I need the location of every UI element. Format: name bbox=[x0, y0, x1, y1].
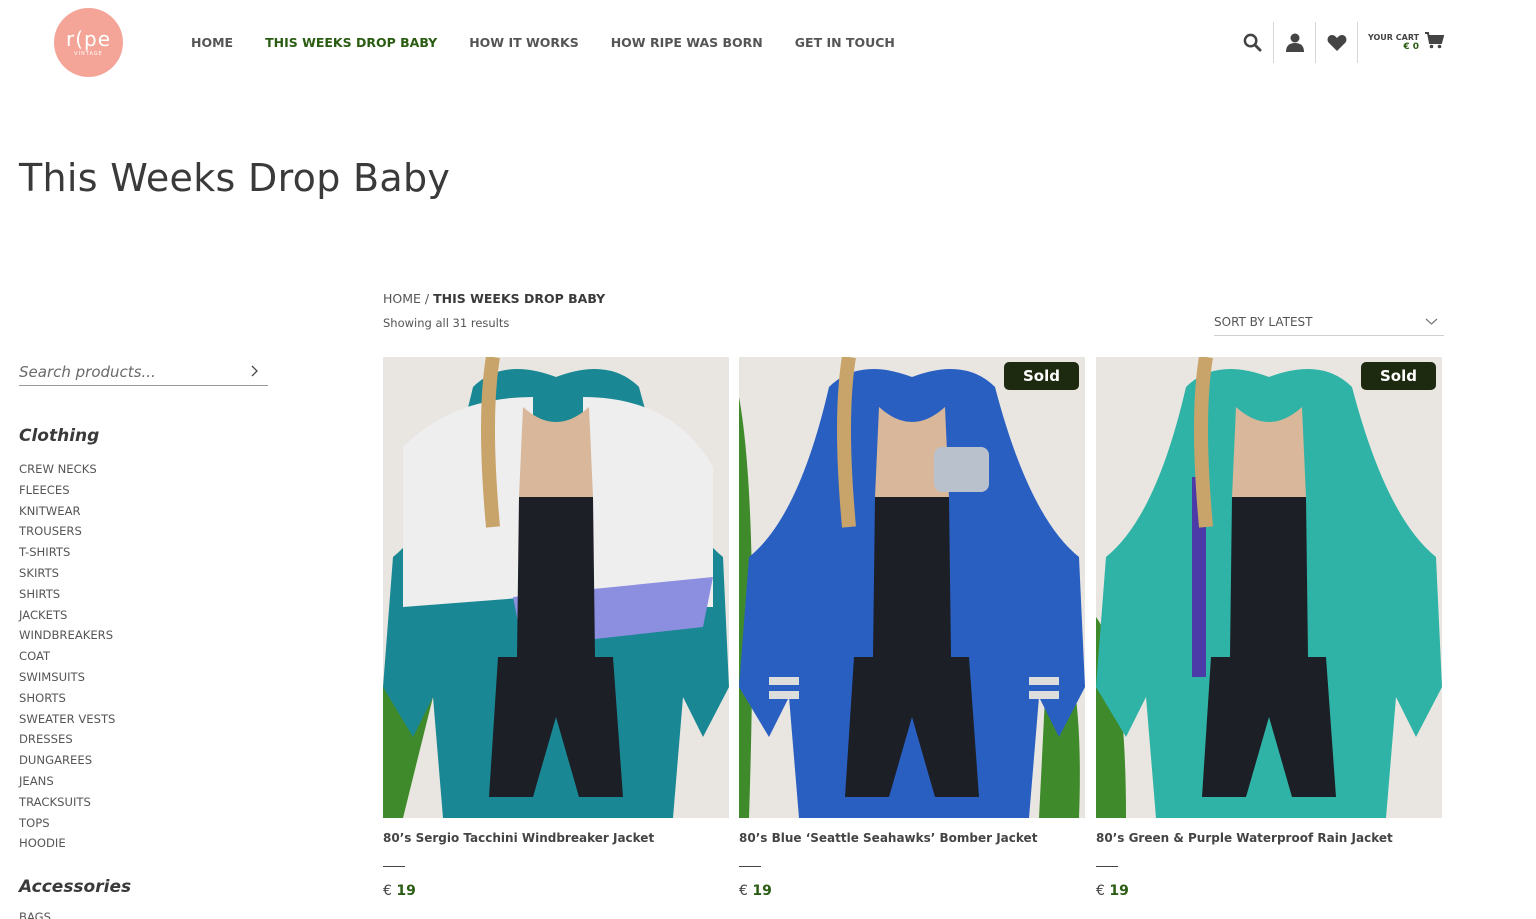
category-bags[interactable]: BAGS bbox=[19, 910, 51, 919]
product-price: € 19 bbox=[1096, 883, 1129, 899]
category-item[interactable]: SHIRTS bbox=[19, 587, 115, 608]
category-item[interactable]: SWEATER VESTS bbox=[19, 712, 115, 733]
category-item[interactable]: FLEECES bbox=[19, 483, 115, 504]
cart-summary: YOUR CART € 0 bbox=[1368, 33, 1419, 52]
heart-icon[interactable] bbox=[1316, 22, 1357, 63]
logo-text: r(pe bbox=[65, 26, 112, 51]
category-item[interactable]: HOODIE bbox=[19, 836, 115, 857]
price-value: 19 bbox=[1109, 883, 1129, 899]
product-price: € 19 bbox=[383, 883, 416, 899]
category-item[interactable]: SKIRTS bbox=[19, 566, 115, 587]
product-title[interactable]: 80’s Sergio Tacchini Windbreaker Jacket bbox=[383, 831, 654, 845]
category-item[interactable]: JEANS bbox=[19, 774, 115, 795]
category-item[interactable]: TOPS bbox=[19, 816, 115, 837]
sort-label: SORT BY LATEST bbox=[1214, 315, 1313, 329]
cart-label: YOUR CART bbox=[1368, 33, 1420, 42]
header-actions: YOUR CART € 0 bbox=[1232, 22, 1445, 63]
price-currency: € bbox=[1096, 883, 1105, 899]
chevron-down-icon bbox=[1425, 315, 1438, 329]
category-item[interactable]: WINDBREAKERS bbox=[19, 628, 115, 649]
product-divider bbox=[1096, 866, 1118, 867]
sold-badge: Sold bbox=[1004, 362, 1079, 390]
sold-badge: Sold bbox=[1361, 362, 1436, 390]
breadcrumb: HOME / THIS WEEKS DROP BABY bbox=[383, 291, 605, 306]
category-item[interactable]: CREW NECKS bbox=[19, 462, 115, 483]
nav-get-in-touch[interactable]: GET IN TOUCH bbox=[795, 35, 895, 50]
product-card[interactable]: 80’s Sergio Tacchini Windbreaker Jacket … bbox=[383, 357, 729, 899]
breadcrumb-home[interactable]: HOME bbox=[383, 291, 421, 306]
page-title: This Weeks Drop Baby bbox=[19, 156, 451, 200]
main-nav: HOME THIS WEEKS DROP BABY HOW IT WORKS H… bbox=[191, 35, 927, 50]
nav-how-ripe-was-born[interactable]: HOW RIPE WAS BORN bbox=[611, 35, 763, 50]
category-item[interactable]: KNITWEAR bbox=[19, 504, 115, 525]
category-item[interactable]: COAT bbox=[19, 649, 115, 670]
product-divider bbox=[383, 866, 405, 867]
nav-this-weeks-drop[interactable]: THIS WEEKS DROP BABY bbox=[265, 35, 437, 50]
site-logo[interactable]: r(pe VINTAGE bbox=[54, 8, 123, 77]
chevron-right-icon[interactable] bbox=[248, 362, 262, 380]
category-item[interactable]: TROUSERS bbox=[19, 524, 115, 545]
search-input[interactable] bbox=[19, 362, 239, 381]
price-currency: € bbox=[383, 883, 392, 899]
nav-home[interactable]: HOME bbox=[191, 35, 233, 50]
product-card[interactable]: Sold 80’s Green & Purple Waterproof Rain… bbox=[1096, 357, 1442, 899]
category-item[interactable]: JACKETS bbox=[19, 608, 115, 629]
logo-subtext: VINTAGE bbox=[74, 50, 103, 57]
product-divider bbox=[739, 866, 761, 867]
cart-button[interactable]: YOUR CART € 0 bbox=[1368, 32, 1445, 53]
clothing-heading: Clothing bbox=[19, 426, 100, 446]
product-image[interactable]: Sold bbox=[739, 357, 1085, 818]
cart-amount: € 0 bbox=[1403, 42, 1420, 52]
category-item[interactable]: DRESSES bbox=[19, 732, 115, 753]
price-currency: € bbox=[739, 883, 748, 899]
price-value: 19 bbox=[396, 883, 416, 899]
cart-icon bbox=[1425, 32, 1445, 53]
breadcrumb-separator: / bbox=[420, 291, 434, 306]
accessories-heading: Accessories bbox=[19, 877, 132, 897]
category-item[interactable]: DUNGAREES bbox=[19, 753, 115, 774]
product-card[interactable]: Sold 80’s Blue ‘Seattle Seahawks’ Bomber… bbox=[739, 357, 1085, 899]
product-search bbox=[19, 358, 268, 386]
search-icon[interactable] bbox=[1232, 22, 1273, 63]
product-image[interactable]: Sold bbox=[1096, 357, 1442, 818]
category-item[interactable]: SHORTS bbox=[19, 691, 115, 712]
product-image[interactable] bbox=[383, 357, 729, 818]
nav-how-it-works[interactable]: HOW IT WORKS bbox=[469, 35, 579, 50]
category-item[interactable]: SWIMSUITS bbox=[19, 670, 115, 691]
product-title[interactable]: 80’s Green & Purple Waterproof Rain Jack… bbox=[1096, 831, 1393, 845]
user-icon[interactable] bbox=[1274, 22, 1315, 63]
divider bbox=[1357, 22, 1358, 63]
category-item[interactable]: TRACKSUITS bbox=[19, 795, 115, 816]
clothing-category-list: CREW NECKS FLEECES KNITWEAR TROUSERS T-SHIRT… bbox=[19, 462, 115, 857]
category-item[interactable]: T-SHIRTS bbox=[19, 545, 115, 566]
product-title[interactable]: 80’s Blue ‘Seattle Seahawks’ Bomber Jack… bbox=[739, 831, 1037, 845]
results-count: Showing all 31 results bbox=[383, 316, 510, 330]
sort-select[interactable]: SORT BY LATEST bbox=[1214, 313, 1444, 336]
product-price: € 19 bbox=[739, 883, 772, 899]
breadcrumb-current: THIS WEEKS DROP BABY bbox=[433, 291, 606, 306]
price-value: 19 bbox=[752, 883, 772, 899]
